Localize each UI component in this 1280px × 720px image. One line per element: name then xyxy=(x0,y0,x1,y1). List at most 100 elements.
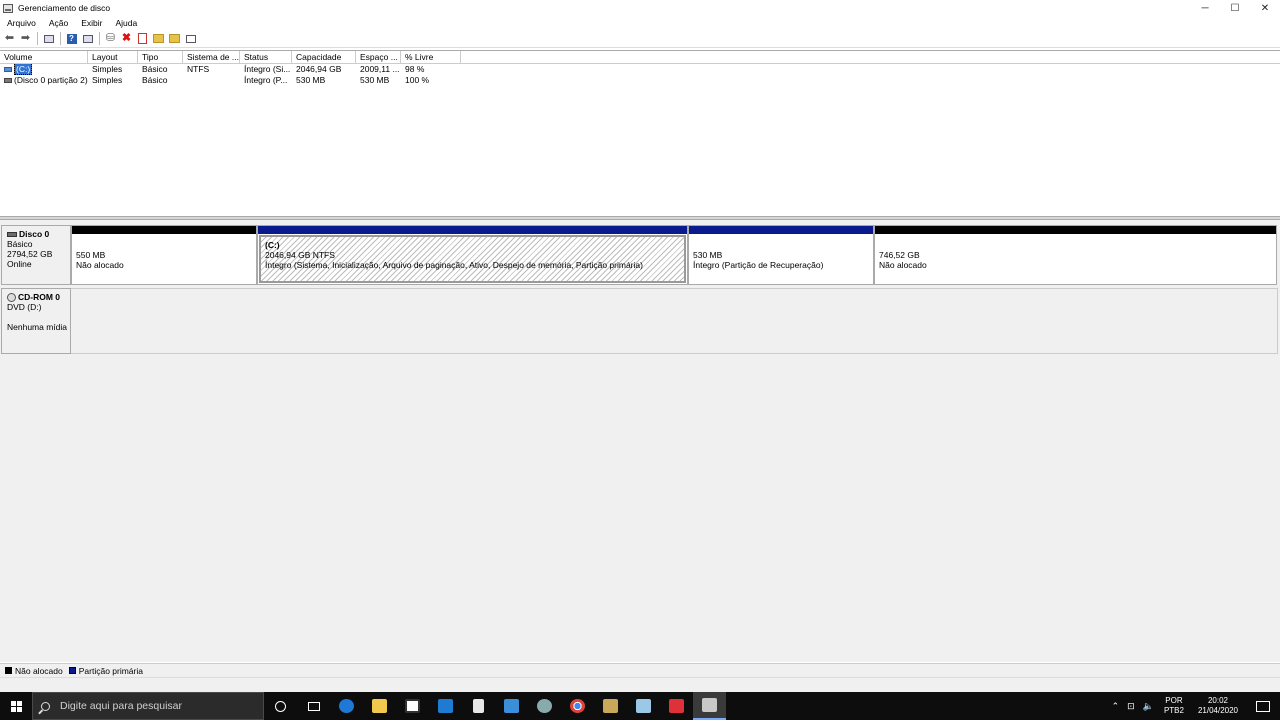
cell-livre: 98 % xyxy=(405,64,425,74)
back-arrow-icon[interactable]: ⬅ xyxy=(3,32,16,45)
volume-list-header: Volume Layout Tipo Sistema de ... Status… xyxy=(0,51,1280,64)
partition-unallocated-2[interactable]: 746,52 GB Não alocado xyxy=(874,225,1277,285)
cell-layout: Simples xyxy=(92,75,123,85)
task-view-icon[interactable] xyxy=(297,692,330,720)
toolbar-separator xyxy=(99,32,100,45)
partition-recovery[interactable]: 530 MB Íntegro (Partição de Recuperação) xyxy=(688,225,874,285)
windows-logo-icon xyxy=(10,700,22,712)
game-icon[interactable] xyxy=(660,692,693,720)
menu-acao[interactable]: Ação xyxy=(49,18,68,28)
console-tree-icon[interactable] xyxy=(42,32,55,45)
edge-icon[interactable] xyxy=(330,692,363,720)
volume-name[interactable]: (C:) xyxy=(14,64,33,75)
partition-desc: Íntegro (Partição de Recuperação) xyxy=(693,260,824,270)
disk-0-type: Básico xyxy=(7,239,33,249)
partition-bar xyxy=(258,226,687,234)
new-folder-icon[interactable] xyxy=(152,32,165,45)
taskbar-search[interactable]: Digite aqui para pesquisar xyxy=(32,692,264,720)
hard-disk-icon xyxy=(7,231,17,237)
partition-bar xyxy=(72,226,256,234)
app-icon[interactable] xyxy=(528,692,561,720)
disk-management-icon[interactable] xyxy=(693,692,726,720)
remote-desktop-icon[interactable] xyxy=(495,692,528,720)
cdrom-0-row: CD-ROM 0 DVD (D:) Nenhuma mídia xyxy=(0,288,1280,354)
partition-unallocated-1[interactable]: 550 MB Não alocado xyxy=(71,225,257,285)
mail-icon[interactable] xyxy=(429,692,462,720)
cdrom-0-media: Nenhuma mídia xyxy=(7,322,68,332)
search-placeholder: Digite aqui para pesquisar xyxy=(60,700,182,712)
disk-0-name: Disco 0 xyxy=(19,229,50,239)
partition-c[interactable]: (C:) 2046,94 GB NTFS Íntegro (Sistema, I… xyxy=(257,225,688,285)
volume-name[interactable]: (Disco 0 partição 2) xyxy=(14,75,88,85)
network-icon[interactable]: ⊡ xyxy=(1127,701,1135,712)
search-icon xyxy=(41,701,50,711)
window-title: Gerenciamento de disco xyxy=(18,3,111,13)
start-button[interactable] xyxy=(0,692,32,720)
column-volume[interactable]: Volume xyxy=(0,51,88,63)
menu-arquivo[interactable]: Arquivo xyxy=(7,18,36,28)
menu-exibir[interactable]: Exibir xyxy=(81,18,102,28)
cortana-icon[interactable] xyxy=(264,692,297,720)
volume-icon[interactable]: 🔈 xyxy=(1143,701,1154,712)
maximize-button[interactable]: ☐ xyxy=(1220,0,1250,16)
file-explorer-icon[interactable] xyxy=(363,692,396,720)
cdrom-0-label[interactable]: CD-ROM 0 DVD (D:) Nenhuma mídia xyxy=(1,288,71,354)
column-sistema[interactable]: Sistema de ... xyxy=(183,51,240,63)
volume-list: Volume Layout Tipo Sistema de ... Status… xyxy=(0,50,1280,216)
volume-icon xyxy=(4,78,12,84)
menu-ajuda[interactable]: Ajuda xyxy=(115,18,137,28)
help-icon[interactable]: ? xyxy=(65,32,78,45)
disk-graphical-view: Disco 0 Básico 2794,52 GB Online 550 MB … xyxy=(0,220,1280,662)
clock-date: 21/04/2020 xyxy=(1197,706,1238,715)
notes-icon[interactable] xyxy=(627,692,660,720)
calculator-icon[interactable] xyxy=(462,692,495,720)
partition-desc: Não alocado xyxy=(76,260,124,270)
cdrom-0-area[interactable] xyxy=(71,288,1278,354)
legend-swatch-unallocated xyxy=(5,667,12,674)
column-livre[interactable]: % Livre xyxy=(401,51,461,63)
chevron-up-icon[interactable]: ⌃ xyxy=(1112,701,1120,712)
column-espaco[interactable]: Espaço ... xyxy=(356,51,401,63)
column-tipo[interactable]: Tipo xyxy=(138,51,183,63)
forward-arrow-icon[interactable]: ➡ xyxy=(19,32,32,45)
disk-0-label[interactable]: Disco 0 Básico 2794,52 GB Online xyxy=(1,225,71,285)
partition-bar xyxy=(875,226,1276,234)
toolbar-separator xyxy=(37,32,38,45)
language-code: POR xyxy=(1165,696,1183,705)
column-layout[interactable]: Layout xyxy=(88,51,138,63)
minimize-button[interactable]: ─ xyxy=(1190,0,1220,16)
cell-espaco: 2009,11 ... xyxy=(360,64,400,74)
partition-size: 746,52 GB xyxy=(879,250,920,260)
properties-icon[interactable] xyxy=(81,32,94,45)
cdrom-0-name: CD-ROM 0 xyxy=(18,292,61,302)
clock-time: 20:02 xyxy=(1207,696,1228,705)
connect-disk-icon[interactable]: ⛁ xyxy=(104,32,117,45)
legend-swatch-primary xyxy=(68,667,76,674)
clock[interactable]: 20:02 21/04/2020 xyxy=(1198,696,1238,716)
folder-icon[interactable] xyxy=(168,32,181,45)
cell-fs xyxy=(183,75,240,86)
delete-icon[interactable]: ✖ xyxy=(120,32,133,45)
notification-icon[interactable] xyxy=(1256,700,1270,712)
list-view-icon[interactable] xyxy=(184,32,197,45)
legend-label-primary: Partição primária xyxy=(78,665,143,676)
table-row[interactable]: (C:) Simples Básico NTFS Íntegro (Si... … xyxy=(0,64,1280,75)
column-status[interactable]: Status xyxy=(240,51,292,63)
cell-tipo: Básico xyxy=(142,64,168,74)
partition-size: 550 MB xyxy=(76,250,106,260)
status-bar xyxy=(0,677,1280,692)
table-row[interactable]: (Disco 0 partição 2) Simples Básico Ínte… xyxy=(0,75,1280,86)
store-icon[interactable] xyxy=(396,692,429,720)
keyboard-layout: PTB2 xyxy=(1163,706,1184,715)
column-capacidade[interactable]: Capacidade xyxy=(292,51,356,63)
cell-status: Íntegro (Si... xyxy=(244,64,291,74)
input-language[interactable]: POR PTB2 xyxy=(1164,696,1184,716)
title-bar: Gerenciamento de disco ─ ☐ ✕ xyxy=(0,0,1280,16)
chrome-icon[interactable] xyxy=(561,692,594,720)
toolbar: ⬅ ➡ ? ⛁ ✖ xyxy=(0,30,1280,48)
cell-status: Íntegro (P... xyxy=(244,75,288,85)
check-icon[interactable] xyxy=(136,32,149,45)
close-button[interactable]: ✕ xyxy=(1250,0,1280,16)
scanner-icon[interactable] xyxy=(594,692,627,720)
disk-0-row: Disco 0 Básico 2794,52 GB Online 550 MB … xyxy=(0,225,1280,285)
